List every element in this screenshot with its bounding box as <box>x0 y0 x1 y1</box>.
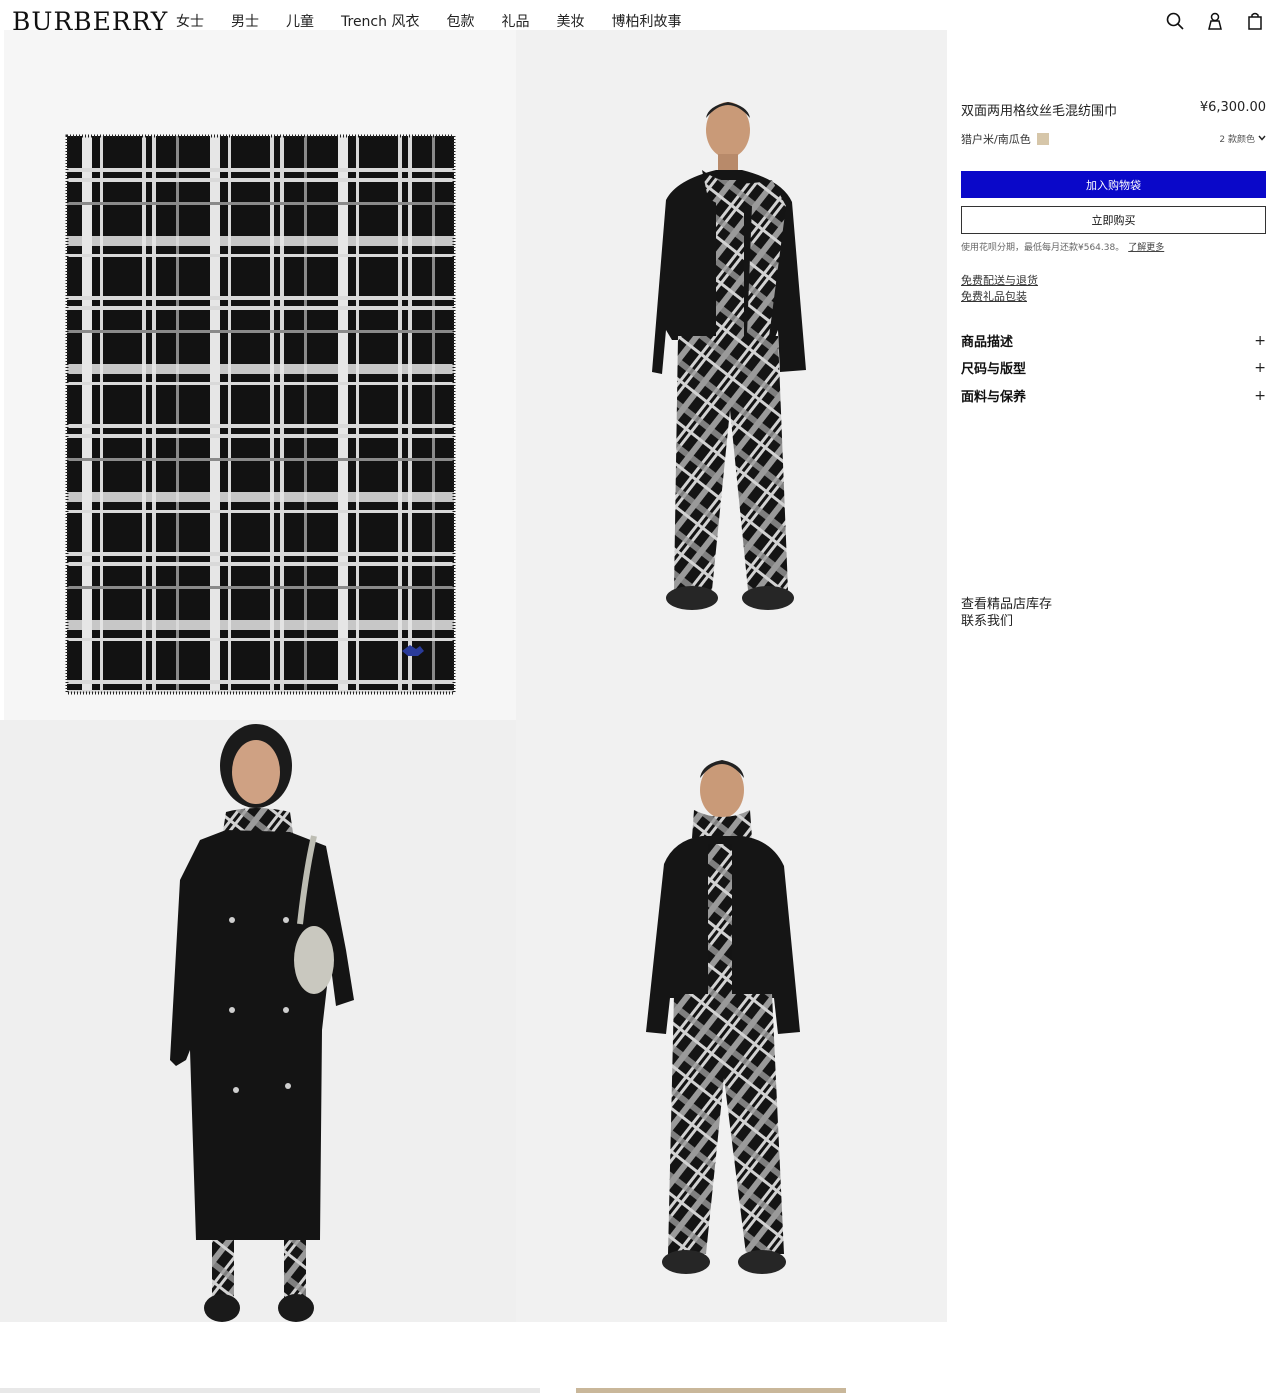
main-nav: 女士 男士 儿童 Trench 风衣 包款 礼品 美妆 博柏利故事 <box>176 12 708 32</box>
nav-item-beauty[interactable]: 美妆 <box>556 12 584 32</box>
account-icon[interactable] <box>1204 10 1226 32</box>
nav-item-story[interactable]: 博柏利故事 <box>611 12 681 32</box>
contact-us-link[interactable]: 联系我们 <box>961 610 1013 629</box>
color-count-label: 2 款颜色 <box>1219 135 1255 145</box>
add-to-bag-button[interactable]: 加入购物袋 <box>961 171 1266 198</box>
bag-icon[interactable] <box>1244 10 1266 32</box>
plus-icon: + <box>1254 387 1266 404</box>
site-header: BURBERRY 女士 男士 儿童 Trench 风衣 包款 礼品 美妆 博柏利… <box>0 0 1280 44</box>
next-section-edge <box>0 1388 540 1393</box>
buy-now-button[interactable]: 立即购买 <box>961 206 1266 234</box>
color-count-dropdown[interactable]: 2 款颜色 <box>1219 132 1266 145</box>
free-delivery-link[interactable]: 免费配送与退货 <box>961 272 1038 288</box>
nav-item-bags[interactable]: 包款 <box>446 12 474 32</box>
nav-item-trench[interactable]: Trench 风衣 <box>341 12 419 32</box>
product-name: 双面两用格纹丝毛混纺围巾 <box>961 104 1118 119</box>
nav-item-men[interactable]: 男士 <box>231 12 259 32</box>
learn-more-link[interactable]: 了解更多 <box>1128 243 1164 253</box>
accordion-material-care[interactable]: 面料与保养 + <box>961 386 1266 406</box>
gallery-image-model-male-1[interactable] <box>516 30 947 678</box>
product-price: ¥6,300.00 <box>1199 100 1266 115</box>
accordion-label: 商品描述 <box>961 335 1014 350</box>
nav-item-gifts[interactable]: 礼品 <box>501 12 529 32</box>
brand-logo[interactable]: BURBERRY <box>12 6 168 30</box>
accordion-label: 尺码与版型 <box>961 362 1027 377</box>
product-gallery <box>0 0 947 1322</box>
gallery-image-model-male-2[interactable] <box>516 678 947 1322</box>
plus-icon: + <box>1254 359 1266 376</box>
header-icons <box>1164 10 1266 32</box>
accordion-size-fit[interactable]: 尺码与版型 + <box>961 358 1266 378</box>
installment-info: 使用花呗分期，最低每月还款¥564.38。 了解更多 <box>961 240 1164 253</box>
next-section-image-edge <box>576 1388 846 1393</box>
gallery-image-model-female[interactable] <box>0 720 516 1322</box>
chevron-down-icon <box>1258 134 1266 144</box>
accordion-description[interactable]: 商品描述 + <box>961 331 1266 351</box>
color-name: 猎户米/南瓜色 <box>961 133 1031 146</box>
product-details-panel: 双面两用格纹丝毛混纺围巾 ¥6,300.00 猎户米/南瓜色 2 款颜色 加入购… <box>947 44 1280 1393</box>
color-swatch[interactable] <box>1036 133 1049 145</box>
search-icon[interactable] <box>1164 10 1186 32</box>
accordion-label: 面料与保养 <box>961 390 1027 405</box>
color-selector: 猎户米/南瓜色 <box>961 131 1049 147</box>
nav-item-children[interactable]: 儿童 <box>286 12 314 32</box>
gallery-image-scarf-flat[interactable] <box>4 30 516 720</box>
gift-wrap-link[interactable]: 免费礼品包装 <box>961 288 1027 304</box>
plus-icon: + <box>1254 332 1266 349</box>
installment-text: 使用花呗分期，最低每月还款¥564.38。 <box>961 243 1125 253</box>
nav-item-women[interactable]: 女士 <box>176 12 204 32</box>
